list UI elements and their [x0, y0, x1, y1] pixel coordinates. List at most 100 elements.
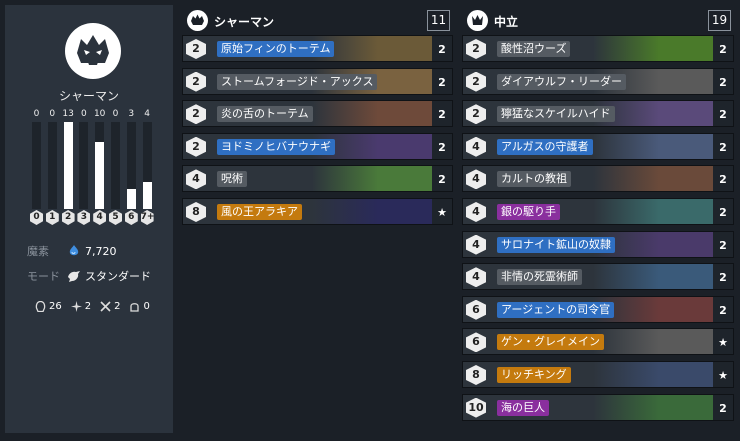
- mana-curve-bar: [95, 142, 105, 209]
- spell-count: 2: [70, 301, 91, 312]
- card-tile[interactable]: 4 アルガスの守護者 2: [462, 132, 734, 160]
- card-tile[interactable]: 10 海の巨人 2: [462, 393, 734, 421]
- card-tile[interactable]: 6 アージェントの司令官 2: [462, 295, 734, 323]
- card-cost-hex: 10: [466, 397, 486, 418]
- card-art: [312, 166, 432, 192]
- card-art: [593, 264, 713, 290]
- card-quantity: 2: [713, 231, 733, 257]
- card-name: 獰猛なスケイルハイド: [497, 106, 615, 123]
- mode-row: モード スタンダード: [27, 268, 151, 284]
- card-name: ダイアウルフ・リーダー: [497, 73, 626, 90]
- card-name: 酸性沼ウーズ: [497, 41, 571, 57]
- card-art: [593, 36, 713, 61]
- mana-cost-label: 7+: [140, 212, 155, 222]
- dust-row: 魔素 7,720: [27, 243, 117, 259]
- card-cost-hex: 2: [466, 71, 486, 92]
- card-name: 風の王アラキア: [217, 204, 302, 220]
- mana-cost-label: 2: [64, 212, 72, 222]
- card-quantity: 2: [713, 199, 733, 224]
- legendary-star-icon: ★: [713, 362, 733, 387]
- mana-curve-bar: [142, 182, 152, 209]
- card-tile[interactable]: 8 風の王アラキア ★: [182, 198, 453, 225]
- card-quantity: 2: [713, 296, 733, 322]
- card-cost-hex: 2: [466, 39, 486, 59]
- weapon-count: 2: [100, 301, 120, 312]
- card-quantity: 2: [713, 166, 733, 192]
- dust-label: 魔素: [27, 245, 49, 258]
- mana-cost-hex: 2: [61, 210, 75, 225]
- card-tile[interactable]: 6 ゲン・グレイメイン ★: [462, 328, 734, 356]
- minion-count: 26: [35, 300, 62, 313]
- card-art: [593, 329, 713, 355]
- mana-cost-label: 3: [80, 212, 88, 222]
- card-tile[interactable]: 4 サロナイト鉱山の奴隷 2: [462, 230, 734, 258]
- card-name: 非情の死霊術師: [497, 269, 582, 286]
- mana-curve-bar: [126, 188, 136, 209]
- card-tile[interactable]: 4 カルトの教祖 2: [462, 165, 734, 193]
- mana-cost-hex: 3: [77, 210, 91, 225]
- card-name: アルガスの守護者: [497, 138, 593, 155]
- mana-cost-hex: 0: [30, 210, 43, 225]
- mana-curve-track: [79, 122, 89, 209]
- card-tile[interactable]: 2 酸性沼ウーズ 2: [462, 35, 734, 62]
- mana-curve-count: 4: [144, 109, 150, 119]
- card-name: サロナイト鉱山の奴隷: [497, 236, 615, 253]
- card-tile[interactable]: 8 リッチキング ★: [462, 361, 734, 388]
- dust-icon: [67, 244, 81, 258]
- card-quantity: 2: [713, 36, 733, 61]
- card-cost-hex: 2: [186, 136, 206, 157]
- mana-curve-track: [32, 122, 41, 209]
- card-name: 海の巨人: [497, 399, 549, 416]
- card-cost-hex: 4: [466, 267, 486, 288]
- mana-curve-column-1: 01: [45, 109, 59, 227]
- card-tile[interactable]: 4 銀の駆り手 2: [462, 198, 734, 225]
- card-quantity: 2: [432, 133, 452, 159]
- mana-curve-column-3: 03: [77, 109, 91, 227]
- card-cost-hex: 2: [186, 71, 206, 92]
- card-tile[interactable]: 4 非情の死霊術師 2: [462, 263, 734, 291]
- card-tile[interactable]: 4 呪術 2: [182, 165, 453, 193]
- mana-curve-track: [63, 122, 73, 209]
- mana-cost-hex: 5: [109, 210, 122, 225]
- card-tile[interactable]: 2 ヨドミノヒバナウナギ 2: [182, 132, 453, 160]
- shaman-class-icon: [65, 23, 121, 79]
- mana-cost-label: 4: [96, 212, 103, 222]
- card-tile[interactable]: 2 獰猛なスケイルハイド 2: [462, 100, 734, 128]
- card-tile[interactable]: 2 炎の舌のトーテム 2: [182, 100, 453, 128]
- mode-label: モード: [27, 270, 60, 283]
- standard-mode-icon: [67, 269, 81, 283]
- card-quantity: 2: [713, 68, 733, 94]
- card-art: [593, 133, 713, 159]
- card-art: [593, 362, 713, 387]
- card-tile[interactable]: 2 原始フィンのトーテム 2: [182, 35, 453, 62]
- minion-icon: [35, 300, 46, 313]
- mana-cost-hex: 4: [93, 210, 107, 225]
- mana-curve-column-0: 00: [30, 109, 43, 227]
- card-quantity: 2: [432, 68, 452, 94]
- card-type-counts: 26 2 2 0: [35, 300, 159, 313]
- mana-curve-column-5: 05: [109, 109, 122, 227]
- card-quantity: 2: [713, 264, 733, 290]
- class-panel-header: シャーマン 11: [182, 5, 453, 35]
- card-tile[interactable]: 2 ダイアウルフ・リーダー 2: [462, 67, 734, 95]
- mana-cost-hex: 1: [45, 210, 59, 225]
- mana-curve: 0 0 0 1 13 2 0 3 10 4 0 5 3 6 4 7+: [30, 109, 154, 227]
- card-cost-hex: 4: [186, 169, 206, 190]
- mana-curve-track: [142, 122, 152, 209]
- class-panel-title: シャーマン: [214, 15, 275, 29]
- mana-curve-track: [126, 122, 136, 209]
- card-quantity: 2: [432, 36, 452, 61]
- mana-curve-bar: [63, 122, 73, 209]
- dust-value: 7,720: [85, 244, 117, 258]
- card-cost-hex: 4: [466, 136, 486, 157]
- card-cost-hex: 2: [466, 104, 486, 125]
- mana-curve-track: [111, 122, 120, 209]
- mana-curve-column-7: 4 7+: [140, 109, 155, 227]
- card-tile[interactable]: 2 ストームフォージド・アックス 2: [182, 67, 453, 95]
- card-name: 原始フィンのトーテム: [217, 41, 335, 57]
- class-card-total: 11: [427, 10, 450, 31]
- mana-curve-track: [95, 122, 105, 209]
- weapon-icon: [100, 301, 111, 312]
- card-quantity: 2: [713, 133, 733, 159]
- mode-value: スタンダード: [85, 270, 151, 283]
